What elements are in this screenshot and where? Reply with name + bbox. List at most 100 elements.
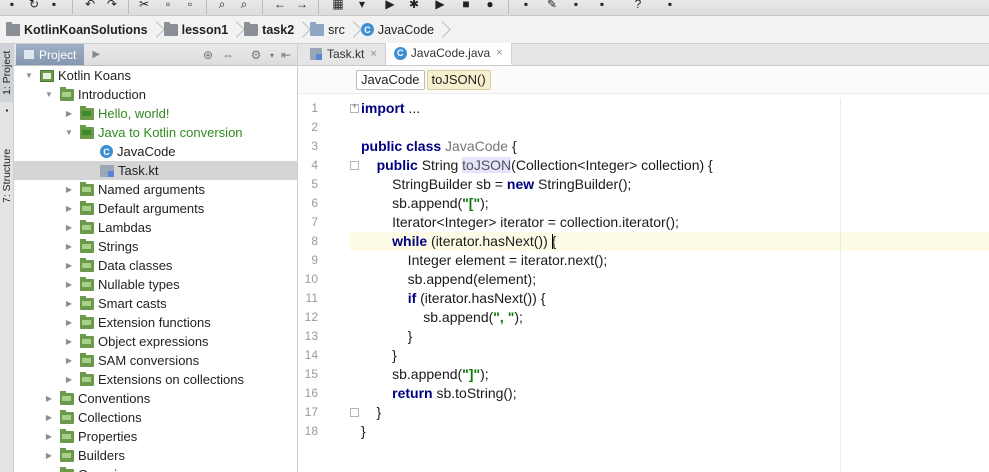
tree-item[interactable]: ▼ Java to Kotlin conversion <box>14 123 297 142</box>
tree-item[interactable]: ▶ Conventions <box>14 389 297 408</box>
tree-item[interactable]: ▶ Named arguments <box>14 180 297 199</box>
code-line[interactable]: } <box>361 403 382 422</box>
code-line[interactable]: sb.append("["); <box>361 194 489 213</box>
code-line[interactable]: sb.append("]"); <box>361 365 489 384</box>
collapsed-arrow-icon[interactable]: ▶ <box>44 394 54 404</box>
tree-item[interactable]: ▶Generics <box>14 465 297 472</box>
tree-item[interactable]: ▼ Kotlin Koans <box>14 66 297 85</box>
tree-item[interactable]: ▶ SAM conversions <box>14 351 297 370</box>
code-line[interactable]: } <box>361 422 366 441</box>
collapsed-arrow-icon[interactable]: ▶ <box>64 356 74 366</box>
tree-item[interactable]: ▶ Hello, world! <box>14 104 297 123</box>
undo-icon[interactable]: ↶ <box>82 0 98 12</box>
collapsed-arrow-icon[interactable]: ▶ <box>64 223 74 233</box>
code-editor[interactable]: 1 2 3 4 5 6 7 8 9 10 11 12 13 14 15 16 17 18 import ... pu… <box>298 98 989 472</box>
hide-panel-icon[interactable]: ⇤ <box>278 47 294 63</box>
back-icon[interactable]: ← <box>272 0 288 12</box>
breadcrumb-javacode[interactable]: C JavaCode <box>359 16 438 44</box>
breadcrumb-class-javacode[interactable]: JavaCode <box>356 69 425 90</box>
code-line[interactable]: StringBuilder sb = new StringBuilder(); <box>361 175 631 194</box>
collapsed-arrow-icon[interactable]: ▶ <box>64 299 74 309</box>
paste-icon[interactable]: ▫ <box>182 0 198 12</box>
find-icon[interactable]: ⌕ <box>214 0 230 12</box>
tree-item[interactable]: ▶ Extension functions <box>14 313 297 332</box>
synchronize-icon[interactable]: ▪ <box>46 0 62 12</box>
tree-item[interactable]: ▶ Strings <box>14 237 297 256</box>
settings-icon[interactable]: ✎ <box>544 0 560 12</box>
tree-item[interactable]: ▶ Smart casts <box>14 294 297 313</box>
stop-icon[interactable]: ■ <box>458 0 474 12</box>
project-tool-tab[interactable]: 1: Project <box>0 44 14 102</box>
redo-icon[interactable]: ↷ <box>104 0 120 12</box>
tree-item[interactable]: ▶ Lambdas <box>14 218 297 237</box>
copy-icon[interactable]: ▫ <box>160 0 176 12</box>
run-icon[interactable]: ▶ <box>382 0 398 12</box>
project-view-selector[interactable]: Project <box>16 44 85 65</box>
terminal-icon[interactable]: ▪ <box>662 0 678 12</box>
build-icon[interactable]: ▦ <box>330 0 346 12</box>
code-line[interactable]: Iterator<Integer> iterator = collection.… <box>361 213 679 232</box>
breadcrumb-task2[interactable]: task2 <box>242 16 298 44</box>
collapsed-arrow-icon[interactable]: ▶ <box>64 337 74 347</box>
expanded-arrow-icon[interactable]: ▼ <box>64 128 74 138</box>
code-line[interactable]: while (iterator.hasNext()) { <box>361 232 556 251</box>
debug-icon[interactable]: ✱ <box>406 0 422 12</box>
tab-javacode-java[interactable]: C JavaCode.java × <box>385 43 512 65</box>
expanded-arrow-icon[interactable]: ▼ <box>24 71 34 81</box>
vcs-icon[interactable]: ▪ <box>518 0 534 12</box>
tree-item[interactable]: ▶ Object expressions <box>14 332 297 351</box>
collapsed-arrow-icon[interactable]: ▶ <box>44 432 54 442</box>
collapsed-arrow-icon[interactable]: ▶ <box>44 413 54 423</box>
tree-item[interactable]: ▶ Collections <box>14 408 297 427</box>
collapsed-arrow-icon[interactable]: ▶ <box>64 318 74 328</box>
line-number-gutter[interactable]: 1 2 3 4 5 6 7 8 9 10 11 12 13 14 15 16 17 18 <box>298 98 350 472</box>
sdk-icon[interactable]: ▪ <box>594 0 610 12</box>
tree-item[interactable]: ▶ Builders <box>14 446 297 465</box>
tree-item[interactable]: ▶ Extensions on collections <box>14 370 297 389</box>
code-line[interactable]: } <box>361 327 413 346</box>
code-line[interactable]: public String toJSON(Collection<Integer>… <box>361 156 713 175</box>
tree-item[interactable]: ▶ Default arguments <box>14 199 297 218</box>
tree-item[interactable]: ▶ Data classes <box>14 256 297 275</box>
collapsed-arrow-icon[interactable]: ▶ <box>64 242 74 252</box>
expanded-arrow-icon[interactable]: ▼ <box>44 90 54 100</box>
save-icon[interactable]: ▪ <box>4 0 20 12</box>
fold-collapse-icon[interactable] <box>350 161 359 170</box>
tree-item[interactable]: ▶ Properties <box>14 427 297 446</box>
coverage-icon[interactable]: ▶ <box>432 0 448 12</box>
fold-expand-icon[interactable] <box>350 101 359 113</box>
collapse-all-icon[interactable]: ⇔ <box>220 47 236 63</box>
sync-icon[interactable]: ↻ <box>26 0 42 12</box>
gear-icon[interactable]: ⚙ <box>248 47 264 63</box>
collapsed-arrow-icon[interactable]: ▶ <box>64 109 74 119</box>
check-task-icon[interactable]: ● <box>482 0 498 12</box>
close-tab-icon[interactable]: × <box>370 48 376 60</box>
structure-tool-tab[interactable]: 7: Structure <box>0 136 14 216</box>
tab-task-kt[interactable]: Task.kt × <box>302 43 386 65</box>
breadcrumb-src[interactable]: src <box>308 16 349 44</box>
tree-item[interactable]: C JavaCode <box>14 142 297 161</box>
view-switcher-arrow-icon[interactable]: ▶ <box>92 49 100 60</box>
collapsed-arrow-icon[interactable]: ▶ <box>64 185 74 195</box>
run-config-dropdown-icon[interactable]: ▾ <box>354 0 370 12</box>
tree-item[interactable]: Task.kt <box>14 161 297 180</box>
replace-icon[interactable]: ⌕ <box>236 0 252 12</box>
breadcrumb-method-tojson[interactable]: toJSON() <box>426 69 491 90</box>
collapsed-arrow-icon[interactable]: ▶ <box>64 280 74 290</box>
collapsed-arrow-icon[interactable]: ▶ <box>64 261 74 271</box>
structure-icon[interactable]: ▪ <box>568 0 584 12</box>
scroll-from-source-icon[interactable]: ⊕ <box>200 47 216 63</box>
breadcrumb-project[interactable]: KotlinKoanSolutions <box>4 16 152 44</box>
code-line[interactable]: return sb.toString(); <box>361 384 516 403</box>
close-tab-icon[interactable]: × <box>496 47 502 59</box>
forward-icon[interactable]: → <box>294 0 310 12</box>
breadcrumb-lesson1[interactable]: lesson1 <box>162 16 233 44</box>
collapsed-arrow-icon[interactable]: ▶ <box>64 375 74 385</box>
cut-icon[interactable]: ✂ <box>136 0 152 12</box>
code-line[interactable]: import ... <box>361 99 420 118</box>
tree-item[interactable]: ▶ Nullable types <box>14 275 297 294</box>
code-line[interactable]: public class JavaCode { <box>361 137 517 156</box>
code-line[interactable]: sb.append(element); <box>361 270 536 289</box>
collapsed-arrow-icon[interactable]: ▶ <box>44 451 54 461</box>
code-line[interactable]: sb.append(", "); <box>361 308 523 327</box>
